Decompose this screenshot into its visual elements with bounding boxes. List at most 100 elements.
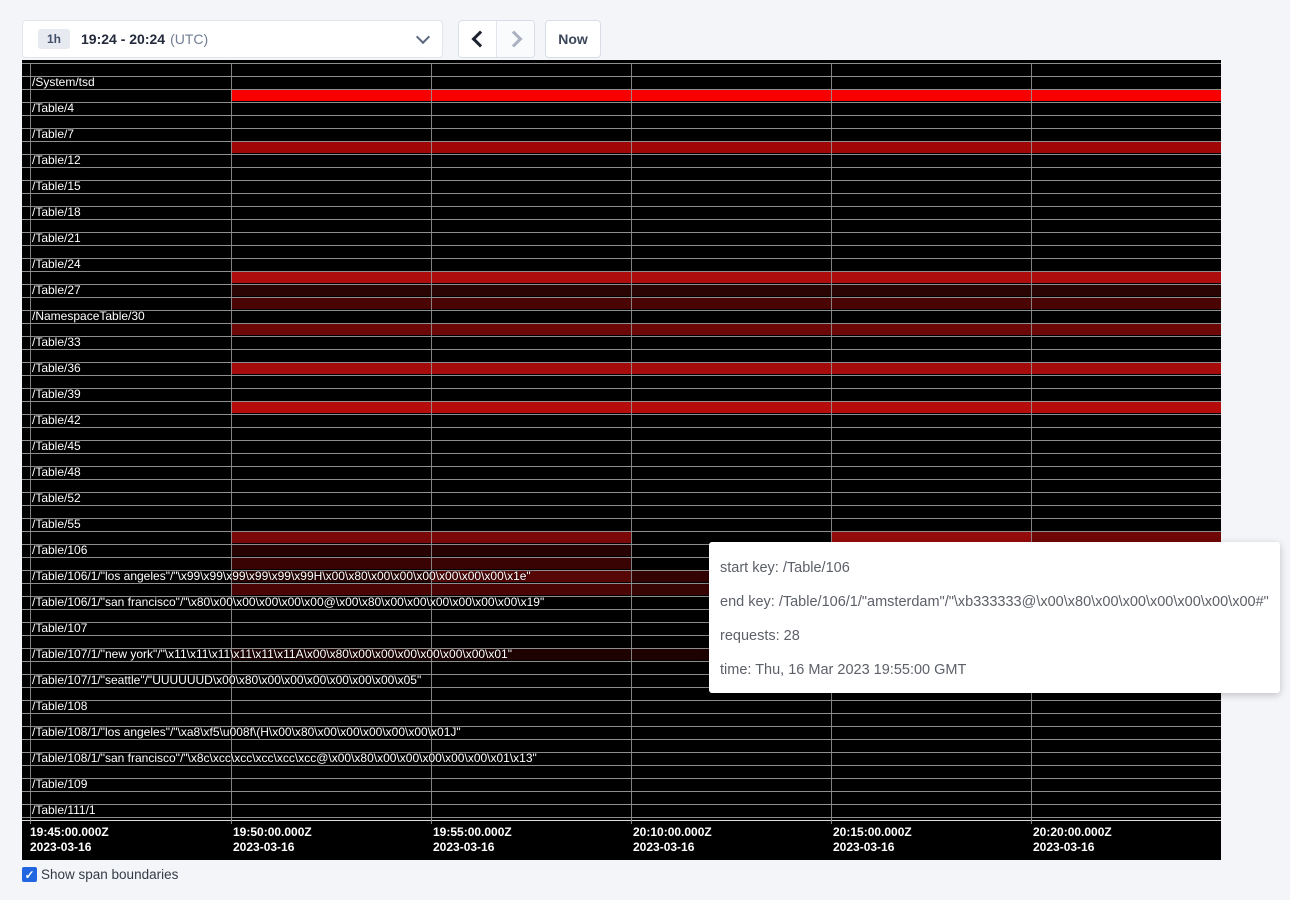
row-boundary-line xyxy=(22,232,1221,233)
row-boundary-line xyxy=(22,492,1221,493)
now-button[interactable]: Now xyxy=(545,20,601,58)
checkmark-icon: ✓ xyxy=(24,869,34,881)
row-key-label: /Table/27 xyxy=(32,284,81,297)
row-boundary-line xyxy=(22,388,1221,389)
row-boundary-line xyxy=(22,336,1221,337)
row-boundary-line xyxy=(22,193,1221,194)
chevron-down-icon xyxy=(416,30,430,44)
time-gridline xyxy=(231,63,232,824)
row-key-label: /Table/108/1/"san francisco"/"\x8c\xcc\x… xyxy=(32,752,537,765)
row-key-label: /Table/107/1/"seattle"/"UUUUUUD\x00\x80\… xyxy=(32,674,421,687)
row-boundary-line xyxy=(22,180,1221,181)
activity-band xyxy=(231,285,1221,296)
row-key-label: /NamespaceTable/30 xyxy=(32,310,145,323)
axis-tick-time: 20:20:00.000Z xyxy=(1033,825,1112,839)
row-boundary-line xyxy=(22,128,1221,129)
axis-tick-time: 19:55:00.000Z xyxy=(433,825,512,839)
axis-tick-time: 19:50:00.000Z xyxy=(233,825,312,839)
row-key-label: /System/tsd xyxy=(32,76,95,89)
show-span-boundaries-label: Show span boundaries xyxy=(41,866,178,884)
row-key-label: /Table/21 xyxy=(32,232,81,245)
time-gridline xyxy=(1031,63,1032,824)
row-boundary-line xyxy=(22,505,1221,506)
prev-range-button[interactable] xyxy=(459,21,497,57)
row-boundary-line xyxy=(22,115,1221,116)
row-key-label: /Table/106/1/"san francisco"/"\x80\x00\x… xyxy=(32,596,544,609)
row-key-label: /Table/55 xyxy=(32,518,81,531)
time-gridline xyxy=(431,63,432,824)
row-boundary-line xyxy=(22,479,1221,480)
show-span-boundaries-checkbox[interactable]: ✓ xyxy=(22,867,37,882)
time-gridline xyxy=(631,63,632,824)
duration-badge: 1h xyxy=(38,29,70,49)
timezone-label: (UTC) xyxy=(170,31,208,47)
row-key-label: /Table/42 xyxy=(32,414,81,427)
activity-band xyxy=(231,272,1221,283)
heatmap[interactable]: /System/tsd/Table/4/Table/7/Table/12/Tab… xyxy=(22,60,1221,860)
time-gridline xyxy=(831,63,832,824)
activity-band xyxy=(231,324,1221,335)
row-key-label: /Table/24 xyxy=(32,258,81,271)
axis-tick-date: 2023-03-16 xyxy=(1033,840,1094,854)
row-boundary-line xyxy=(22,791,1221,792)
row-key-label: /Table/48 xyxy=(32,466,81,479)
axis-tick-date: 2023-03-16 xyxy=(833,840,894,854)
activity-band xyxy=(231,90,1221,101)
activity-band xyxy=(231,298,1221,309)
axis-tick-time: 19:45:00.000Z xyxy=(30,825,109,839)
row-key-label: /Table/39 xyxy=(32,388,81,401)
time-range-dropdown[interactable]: 1h 19:24 - 20:24 (UTC) xyxy=(22,20,443,58)
row-boundary-line xyxy=(22,518,1221,519)
row-boundary-line xyxy=(22,453,1221,454)
row-key-label: /Table/36 xyxy=(32,362,81,375)
row-boundary-line xyxy=(22,63,1221,64)
row-boundary-line xyxy=(22,440,1221,441)
row-boundary-line xyxy=(22,427,1221,428)
time-nav-group xyxy=(458,20,535,58)
row-key-label: /Table/15 xyxy=(32,180,81,193)
row-key-label: /Table/45 xyxy=(32,440,81,453)
next-range-button-disabled[interactable] xyxy=(497,21,534,57)
row-key-label: /Table/111/1 xyxy=(32,804,96,817)
row-boundary-line xyxy=(22,739,1221,740)
row-key-label: /Table/7 xyxy=(32,128,74,141)
row-boundary-line xyxy=(22,817,1221,818)
tooltip-requests: requests: 28 xyxy=(720,619,1270,653)
row-key-label: /Table/108 xyxy=(32,700,87,713)
axis-tick-time: 20:15:00.000Z xyxy=(833,825,912,839)
row-key-label: /Table/106 xyxy=(32,544,87,557)
row-key-label: /Table/109 xyxy=(32,778,87,791)
row-boundary-line xyxy=(22,466,1221,467)
row-boundary-line xyxy=(22,206,1221,207)
axis-tick-date: 2023-03-16 xyxy=(433,840,494,854)
row-boundary-line xyxy=(22,154,1221,155)
row-boundary-line xyxy=(22,700,1221,701)
tooltip-time: time: Thu, 16 Mar 2023 19:55:00 GMT xyxy=(720,653,1270,687)
axis-tick-date: 2023-03-16 xyxy=(633,840,694,854)
axis-tick-time: 20:10:00.000Z xyxy=(633,825,712,839)
row-boundary-line xyxy=(22,219,1221,220)
row-boundary-line xyxy=(22,414,1221,415)
row-key-label: /Table/107 xyxy=(32,622,87,635)
row-boundary-line xyxy=(22,102,1221,103)
now-button-label: Now xyxy=(558,31,588,47)
row-key-label: /Table/4 xyxy=(32,102,74,115)
row-boundary-line xyxy=(22,375,1221,376)
row-boundary-line xyxy=(22,76,1221,77)
chevron-right-icon xyxy=(505,31,522,48)
row-key-label: /Table/52 xyxy=(32,492,81,505)
row-key-label: /Table/33 xyxy=(32,336,81,349)
chevron-left-icon xyxy=(471,31,488,48)
tooltip-start-key: start key: /Table/106 xyxy=(720,551,1270,585)
row-boundary-line xyxy=(22,778,1221,779)
row-boundary-line xyxy=(22,245,1221,246)
row-boundary-line xyxy=(22,310,1221,311)
row-boundary-line xyxy=(22,167,1221,168)
footer: ✓ Show span boundaries xyxy=(22,866,178,884)
row-boundary-line xyxy=(22,349,1221,350)
row-key-label: /Table/108/1/"los angeles"/"\xa8\xf5\u00… xyxy=(32,726,461,739)
key-visualizer-page: 1h 19:24 - 20:24 (UTC) Now /System/tsd/T… xyxy=(0,0,1290,900)
row-key-label: /Table/12 xyxy=(32,154,81,167)
axis-tick-date: 2023-03-16 xyxy=(30,840,91,854)
row-boundary-line xyxy=(22,258,1221,259)
